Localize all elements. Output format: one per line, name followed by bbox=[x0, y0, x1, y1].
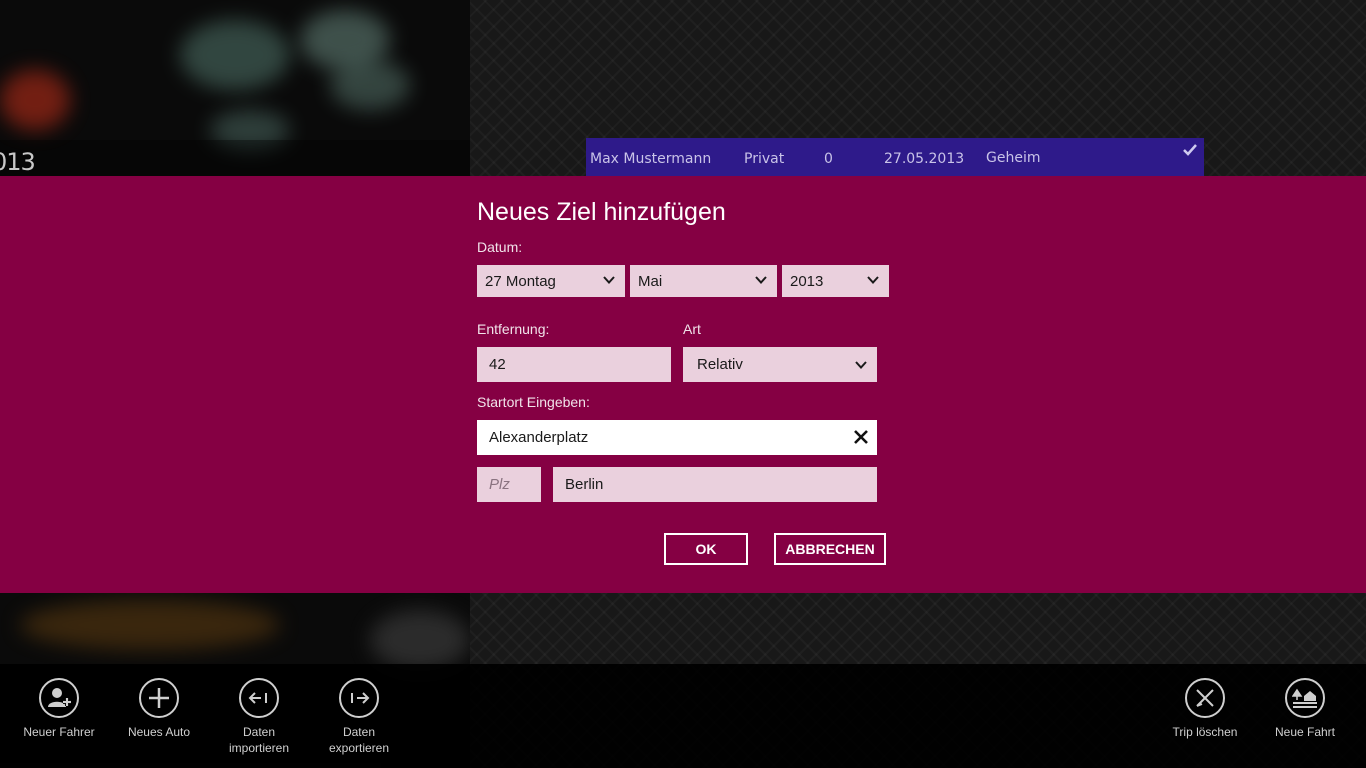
photo-blob bbox=[180, 20, 290, 90]
city-input[interactable]: Berlin bbox=[553, 467, 877, 502]
app-bar: Neuer Fahrer Neues Auto Daten importiere… bbox=[0, 664, 1366, 768]
import-icon bbox=[239, 678, 279, 718]
start-location-label: Startort Eingeben: bbox=[477, 394, 590, 410]
start-location-value: Alexanderplatz bbox=[489, 429, 589, 446]
photo-blob bbox=[330, 60, 410, 110]
art-label: Art bbox=[683, 321, 701, 337]
trip-note: Geheim bbox=[986, 150, 1041, 166]
trip-date: 27.05.2013 bbox=[884, 151, 965, 167]
plz-placeholder: Plz bbox=[489, 476, 510, 493]
add-destination-dialog: Neues Ziel hinzufügen Datum: 27 Montag M… bbox=[0, 176, 1366, 593]
delete-trip-label: Trip löschen bbox=[1172, 725, 1238, 739]
trip-row-selected[interactable]: Max Mustermann Privat 0 27.05.2013 Gehei… bbox=[586, 138, 1204, 176]
year-select-value: 2013 bbox=[790, 272, 824, 290]
year-select[interactable]: 2013 bbox=[782, 265, 889, 297]
photo-blob bbox=[370, 610, 470, 670]
chevron-down-icon bbox=[867, 276, 879, 284]
new-trip-label: Neue Fahrt bbox=[1274, 725, 1336, 739]
new-car-button[interactable]: Neues Auto bbox=[109, 678, 209, 740]
month-select[interactable]: Mai bbox=[630, 265, 777, 297]
new-trip-icon bbox=[1285, 678, 1325, 718]
add-user-icon bbox=[39, 678, 79, 718]
city-value: Berlin bbox=[565, 476, 604, 493]
ok-button[interactable]: OK bbox=[664, 533, 748, 565]
import-label-line2: importieren bbox=[228, 741, 290, 755]
import-data-label: Daten importieren bbox=[229, 724, 289, 756]
month-select-value: Mai bbox=[638, 272, 663, 290]
import-data-button[interactable]: Daten importieren bbox=[209, 678, 309, 756]
delete-trip-icon bbox=[1185, 678, 1225, 718]
new-driver-button[interactable]: Neuer Fahrer bbox=[9, 678, 109, 740]
art-select-value: Relativ bbox=[697, 356, 743, 373]
delete-trip-button[interactable]: Trip löschen bbox=[1155, 678, 1255, 740]
photo-year-text: 013 bbox=[0, 148, 36, 176]
photo-blob bbox=[0, 70, 70, 130]
new-driver-label: Neuer Fahrer bbox=[23, 725, 95, 739]
new-car-label: Neues Auto bbox=[127, 725, 191, 739]
export-data-button[interactable]: Daten exportieren bbox=[309, 678, 409, 756]
cancel-button[interactable]: ABBRECHEN bbox=[774, 533, 886, 565]
distance-input[interactable]: 42 bbox=[477, 347, 671, 382]
trip-type: Privat bbox=[744, 151, 785, 167]
photo-blob bbox=[20, 600, 280, 650]
import-label-line1: Daten bbox=[242, 725, 276, 739]
trip-distance: 0 bbox=[824, 151, 833, 167]
export-data-label: Daten exportieren bbox=[329, 724, 389, 756]
plus-icon bbox=[139, 678, 179, 718]
export-label-line1: Daten bbox=[342, 725, 375, 739]
trip-driver: Max Mustermann bbox=[590, 151, 712, 167]
distance-label: Entfernung: bbox=[477, 321, 550, 337]
checkmark-icon bbox=[1183, 144, 1197, 156]
export-label-line2: exportieren bbox=[328, 741, 390, 755]
chevron-down-icon bbox=[603, 276, 615, 284]
start-location-input[interactable]: Alexanderplatz bbox=[477, 420, 877, 455]
distance-input-value: 42 bbox=[489, 356, 506, 373]
day-select[interactable]: 27 Montag bbox=[477, 265, 625, 297]
chevron-down-icon bbox=[855, 361, 867, 369]
art-select[interactable]: Relativ bbox=[683, 347, 877, 382]
clear-icon[interactable] bbox=[853, 429, 869, 445]
chevron-down-icon bbox=[755, 276, 767, 284]
new-trip-button[interactable]: Neue Fahrt bbox=[1255, 678, 1355, 740]
dialog-title: Neues Ziel hinzufügen bbox=[477, 198, 726, 226]
day-select-value: 27 Montag bbox=[485, 272, 556, 290]
export-icon bbox=[339, 678, 379, 718]
plz-input[interactable]: Plz bbox=[477, 467, 541, 502]
app-window: 013 Max Mustermann Privat 0 27.05.2013 G… bbox=[0, 0, 1366, 768]
date-label: Datum: bbox=[477, 239, 523, 255]
photo-band bbox=[0, 140, 470, 176]
